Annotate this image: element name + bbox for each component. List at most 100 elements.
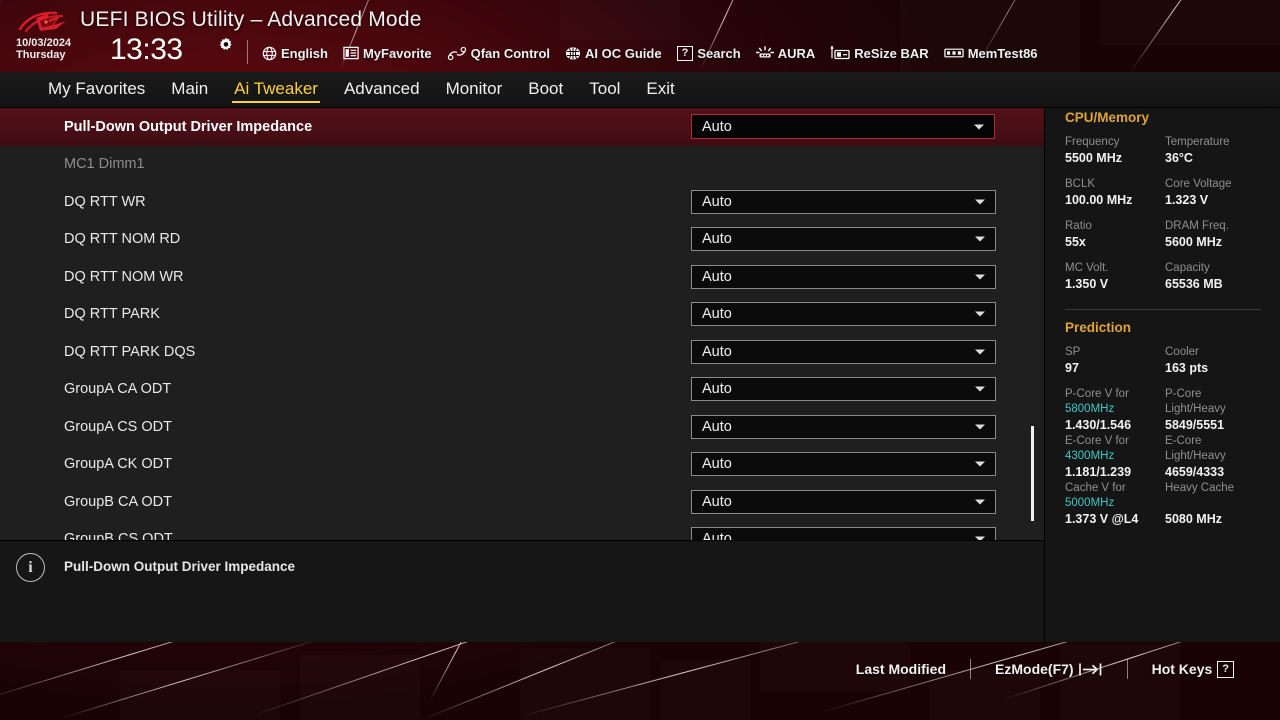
settings-dropdown-value: Auto bbox=[702, 531, 732, 540]
tool-resize-bar[interactable]: ReSize BAR bbox=[830, 45, 937, 61]
hwm-metric-value: 1.323 V bbox=[1165, 193, 1209, 207]
hwm-prediction-value: 4659/4333 bbox=[1165, 465, 1225, 479]
settings-scrollbar[interactable] bbox=[1030, 114, 1035, 534]
chevron-down-icon bbox=[975, 499, 985, 505]
ezmode-label: EzMode(F7) bbox=[995, 661, 1074, 677]
settings-dropdown-value: Auto bbox=[702, 418, 732, 435]
info-bar: i Pull-Down Output Driver Impedance bbox=[0, 540, 1044, 642]
scrollbar-thumb[interactable] bbox=[1031, 426, 1034, 521]
tool-myfavorite[interactable]: MyFavorite bbox=[343, 46, 441, 61]
hwm-prediction-value: 5849/5551 bbox=[1165, 418, 1225, 432]
tool-ai-oc-guide[interactable]: AI OC Guide bbox=[565, 46, 671, 61]
menu-tab-monitor[interactable]: Monitor bbox=[446, 79, 503, 102]
settings-dropdown[interactable]: Auto bbox=[691, 452, 996, 477]
hotkeys-label: Hot Keys bbox=[1151, 661, 1213, 677]
ezmode-button[interactable]: EzMode(F7) bbox=[971, 661, 1127, 677]
hwm-prediction-value: 97 bbox=[1065, 361, 1079, 375]
hwm-divider bbox=[1065, 309, 1261, 310]
settings-dropdown[interactable]: Auto bbox=[691, 189, 996, 214]
settings-dropdown[interactable]: Auto bbox=[691, 377, 996, 402]
settings-row[interactable]: Pull-Down Output Driver Impedance Auto bbox=[0, 108, 1044, 146]
tool-label: MemTest86 bbox=[967, 45, 1038, 61]
settings-dropdown[interactable]: Auto bbox=[691, 489, 996, 514]
tool-memtest86[interactable]: MemTest86 bbox=[944, 46, 1047, 61]
chevron-down-icon bbox=[975, 461, 985, 467]
settings-dropdown[interactable]: Auto bbox=[691, 527, 996, 540]
settings-row-label: GroupA CA ODT bbox=[64, 381, 172, 398]
hwm-metric-label: Ratio bbox=[1065, 220, 1092, 232]
settings-dropdown-value: Auto bbox=[702, 381, 732, 398]
settings-row[interactable]: DQ RTT PARK Auto bbox=[0, 296, 1044, 334]
menu-tab-boot[interactable]: Boot bbox=[528, 79, 563, 102]
hwm-metric-value: 5600 MHz bbox=[1165, 235, 1222, 249]
settings-dropdown[interactable]: Auto bbox=[691, 114, 995, 140]
hwm-prediction-label-text: P-Core bbox=[1165, 388, 1202, 400]
chevron-down-icon bbox=[975, 199, 985, 205]
settings-dropdown[interactable]: Auto bbox=[691, 227, 996, 252]
hwm-prediction-freq: 4300MHz bbox=[1065, 450, 1115, 462]
hardware-monitor-panel: Hardware Monitor CPU/MemoryFrequencyTemp… bbox=[1044, 72, 1280, 642]
tool-label: Search bbox=[697, 45, 741, 61]
header-tools: English MyFavorite Qfan Control AI OC Gu… bbox=[262, 42, 1053, 64]
settings-row[interactable]: GroupA CK ODT Auto bbox=[0, 446, 1044, 484]
settings-row[interactable]: GroupA CS ODT Auto bbox=[0, 408, 1044, 446]
fan-icon bbox=[447, 46, 467, 61]
hwm-prediction-label-text: P-Core V for bbox=[1065, 388, 1129, 400]
settings-row[interactable]: DQ RTT NOM RD Auto bbox=[0, 221, 1044, 259]
hwm-prediction-title: Prediction bbox=[1065, 320, 1132, 335]
hwm-metric-label: Frequency bbox=[1065, 136, 1120, 148]
menu-tab-advanced[interactable]: Advanced bbox=[344, 79, 420, 102]
settings-row-label: GroupA CS ODT bbox=[64, 418, 172, 435]
settings-row-label: Pull-Down Output Driver Impedance bbox=[64, 118, 313, 135]
info-icon: i bbox=[16, 553, 45, 582]
settings-row[interactable]: GroupA CA ODT Auto bbox=[0, 371, 1044, 409]
gear-icon[interactable] bbox=[218, 37, 234, 58]
settings-row[interactable]: GroupB CA ODT Auto bbox=[0, 483, 1044, 521]
hwm-metric-grid: Frequency Temperature 5500 MHz 36°C BCLK Core… bbox=[1065, 135, 1280, 303]
hwm-prediction-label-text2: Light/Heavy bbox=[1165, 403, 1226, 415]
tool-english[interactable]: English bbox=[262, 46, 337, 61]
chevron-down-icon bbox=[975, 349, 985, 355]
hwm-metric-label: DRAM Freq. bbox=[1165, 220, 1229, 232]
settings-row-label: DQ RTT PARK bbox=[64, 306, 160, 323]
settings-row[interactable]: DQ RTT PARK DQS Auto bbox=[0, 333, 1044, 371]
hwm-prediction-grid: SP Cooler 97 163 pts bbox=[1065, 345, 1280, 377]
hwm-prediction-label-text: Heavy Cache bbox=[1165, 482, 1235, 494]
settings-dropdown[interactable]: Auto bbox=[691, 302, 996, 327]
list-icon bbox=[343, 46, 359, 60]
hwm-prediction-label-text: E-Core V for bbox=[1065, 435, 1129, 447]
tool-label: English bbox=[281, 45, 328, 61]
settings-dropdown[interactable]: Auto bbox=[691, 414, 996, 439]
tool-qfan-control[interactable]: Qfan Control bbox=[447, 46, 559, 61]
menu-tab-my-favorites[interactable]: My Favorites bbox=[48, 79, 145, 102]
settings-dropdown-value: Auto bbox=[702, 193, 732, 210]
tool-search[interactable]: ? Search bbox=[676, 45, 750, 61]
settings-row-label: DQ RTT WR bbox=[64, 193, 146, 210]
settings-row[interactable]: DQ RTT NOM WR Auto bbox=[0, 258, 1044, 296]
last-modified-button[interactable]: Last Modified bbox=[832, 661, 970, 677]
hwm-prediction-value: 1.430/1.546 bbox=[1065, 418, 1132, 432]
settings-row[interactable]: GroupB CS ODT Auto bbox=[0, 521, 1044, 540]
menu-tab-main[interactable]: Main bbox=[171, 79, 208, 102]
settings-row-label: GroupB CS ODT bbox=[64, 531, 173, 540]
menu-tab-tool[interactable]: Tool bbox=[589, 79, 620, 102]
settings-row-label: MC1 Dimm1 bbox=[64, 156, 145, 173]
chevron-down-icon bbox=[975, 274, 985, 280]
hotkeys-button[interactable]: Hot Keys ? bbox=[1128, 660, 1258, 678]
arrow-into-bar-icon bbox=[1078, 662, 1103, 677]
hwm-prediction-freq: 5800MHz bbox=[1065, 403, 1115, 415]
menu-tab-exit[interactable]: Exit bbox=[646, 79, 674, 102]
menu-tab-ai-tweaker[interactable]: Ai Tweaker bbox=[232, 79, 320, 103]
hwm-prediction-value: 163 pts bbox=[1165, 361, 1209, 375]
settings-row[interactable]: DQ RTT WR Auto bbox=[0, 183, 1044, 221]
settings-dropdown[interactable]: Auto bbox=[691, 339, 996, 364]
chevron-down-icon bbox=[975, 236, 985, 242]
hwm-metric-value: 36°C bbox=[1165, 151, 1193, 165]
settings-dropdown-value: Auto bbox=[702, 306, 732, 323]
settings-section-header: MC1 Dimm1 bbox=[0, 146, 1044, 184]
tool-aura[interactable]: AURA bbox=[755, 46, 825, 61]
settings-dropdown[interactable]: Auto bbox=[691, 264, 996, 289]
hwm-metric-label: BCLK bbox=[1065, 178, 1096, 190]
settings-panel: Pull-Down Output Driver Impedance Auto MC1… bbox=[0, 108, 1044, 540]
hwm-prediction-value: 5080 MHz bbox=[1165, 512, 1222, 526]
